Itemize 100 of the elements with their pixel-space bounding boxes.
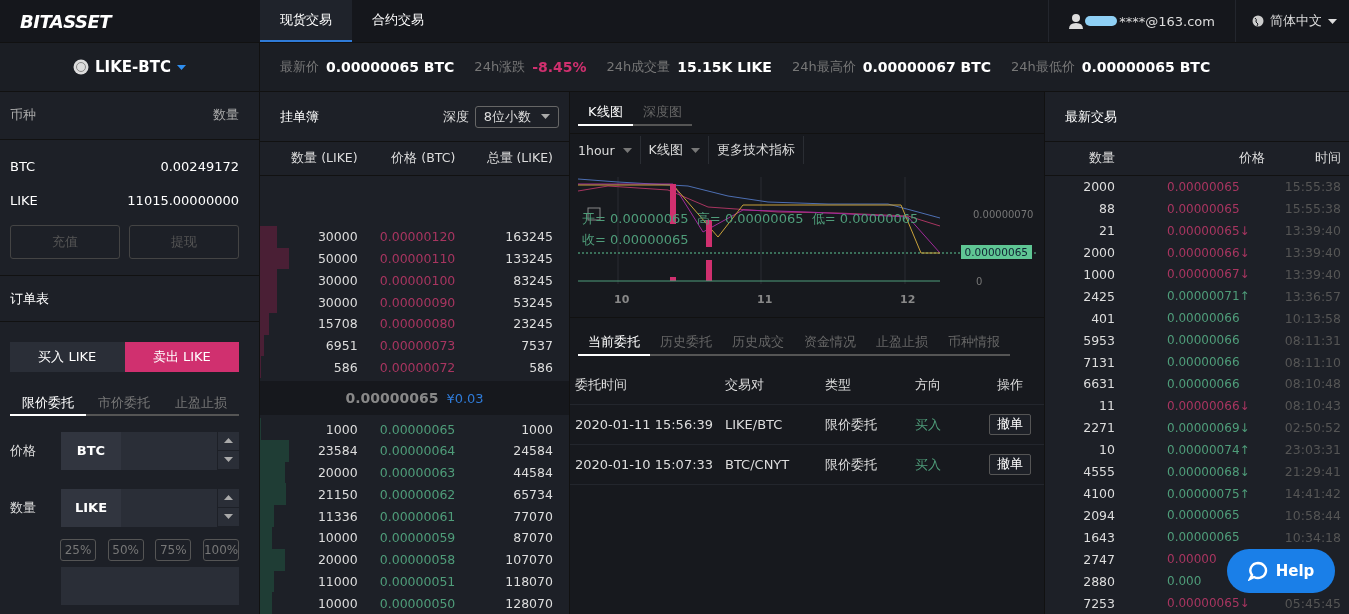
amount-cell: 1000	[325, 421, 358, 437]
time-cell-text: 2020-01-11 15:56:39	[575, 417, 715, 432]
orders-tab[interactable]: 当前委托	[578, 330, 650, 356]
up-icon	[224, 495, 233, 501]
side-toggle[interactable]: 买入 LIKE	[10, 341, 125, 372]
order-type-tab[interactable]: 市价委托	[86, 392, 163, 417]
amount-cell: 11000	[317, 573, 358, 589]
stat-label: 24h最高价	[791, 58, 856, 76]
amount-cell: 30000	[317, 272, 358, 288]
amount-cell-text: 2094	[1082, 507, 1115, 523]
chart-tab[interactable]: K线图	[578, 100, 633, 126]
amount-cell: 30000	[317, 229, 358, 245]
stat-label: 最新价	[280, 58, 319, 76]
nav-tab[interactable]: 合约交易	[352, 0, 444, 42]
time-cell-text: 08:10:48	[1283, 376, 1341, 392]
total-cell: 24584	[513, 443, 553, 459]
time-cell-text: 10:58:44	[1283, 507, 1341, 523]
amount-cell-text: 7253	[1082, 595, 1115, 611]
coin-amount: 0.00249172	[160, 159, 239, 175]
total-cell: 133245	[505, 251, 553, 266]
time-cell-text: 14:41:42	[1283, 486, 1341, 501]
time-cell-text: 23:03:31	[1283, 442, 1341, 458]
logo[interactable]: BITASSET	[0, 0, 260, 42]
caret-icon	[622, 147, 632, 153]
price-cell: 0.00000051	[379, 573, 456, 589]
total-cell: 77070	[513, 508, 553, 524]
cancel-button[interactable]: 撤单	[988, 454, 1031, 475]
amount-cell-text: 6631	[1082, 376, 1115, 392]
chat-icon	[1247, 561, 1268, 581]
pair-cell-text: LIKE/BTC	[725, 417, 784, 432]
amount-cell-text: 21	[1098, 223, 1115, 239]
time-cell-text: 15:55:38	[1283, 179, 1341, 195]
price-cell: 0.00000064	[379, 443, 456, 459]
input-field[interactable]: BTC	[61, 432, 239, 470]
price-cell: 0.00000062	[379, 486, 456, 502]
price-cell: 0.00000059	[379, 530, 456, 546]
amount-cell: 23584	[317, 443, 358, 459]
time-cell-text: 13:39:40	[1283, 223, 1341, 239]
field-label: 数量	[10, 498, 36, 517]
amount-cell-text: 5953	[1082, 332, 1115, 348]
price-cell: 0.00000073	[379, 338, 456, 354]
amount-cell-text: 2000	[1082, 179, 1115, 195]
amount-cell: 6951	[325, 338, 358, 354]
time-cell-text: 10:13:58	[1283, 310, 1341, 326]
total-cell: 118070	[505, 573, 553, 589]
user-email[interactable]: ****@163.com	[1119, 13, 1215, 29]
price-cell: 0.00000072	[379, 359, 456, 375]
input-field[interactable]: LIKE	[61, 488, 239, 527]
caret-icon	[541, 114, 550, 119]
depth-selector[interactable]: 8位小数	[474, 105, 559, 128]
column-header: 价格	[1238, 149, 1265, 167]
time-cell-text: 21:29:41	[1283, 464, 1341, 480]
unit-label: BTC	[61, 432, 121, 470]
amount-cell-text: 11	[1098, 398, 1115, 414]
percent-button[interactable]: 75%	[155, 538, 192, 561]
price-cell-text: 0.00000065	[1166, 179, 1241, 194]
help-button[interactable]: Help	[1227, 549, 1335, 593]
time-cell-text: 02:50:52	[1283, 420, 1341, 436]
side-toggle[interactable]: 卖出 LIKE	[124, 341, 239, 372]
order-type-tab[interactable]: 限价委托	[10, 392, 87, 417]
last-price-cny: ¥0.03	[446, 390, 484, 406]
time-cell-text: 10:34:18	[1283, 529, 1341, 545]
axis-label: 10	[614, 293, 630, 306]
time-cell-text: 08:11:31	[1283, 332, 1341, 348]
total-cell: 23245	[513, 316, 553, 332]
pair-selector[interactable]: LIKE-BTC	[0, 43, 260, 91]
column-header: 数量	[1088, 149, 1115, 167]
axis-label: 12	[900, 293, 916, 306]
column-header: 总量 (LIKE)	[486, 149, 553, 167]
percent-button[interactable]: 25%	[60, 538, 96, 561]
amount-cell: 30000	[317, 294, 358, 310]
price-cell-text: 0.00000069↓	[1166, 420, 1251, 435]
price-cell-text: 0.00000066	[1166, 355, 1241, 370]
panel-title: 挂单簿	[280, 107, 319, 126]
amount-cell-text: 4555	[1082, 464, 1115, 480]
amount-cell: 15708	[317, 316, 358, 332]
total-cell: 1000	[521, 421, 553, 437]
price-cell-text: 0.00000065	[1166, 530, 1241, 545]
coin-name: LIKE	[10, 193, 38, 209]
language-selector[interactable]: 简体中文	[1236, 0, 1349, 42]
price-cell-text: 0.00000065	[1166, 201, 1241, 216]
last-price: 0.00000065	[345, 390, 439, 407]
amount-cell-text: 2880	[1082, 573, 1115, 589]
caret-icon	[224, 457, 233, 463]
time-cell-text: 05:45:45	[1283, 595, 1341, 611]
amount-cell-text: 401	[1090, 310, 1115, 326]
nav-tab[interactable]: 现货交易	[260, 0, 352, 42]
price-cell-text: 0.00000066	[1166, 376, 1241, 391]
cancel-button[interactable]: 撤单	[988, 414, 1031, 435]
total-cell: 44584	[513, 465, 553, 481]
panel-title: 最新交易	[1065, 107, 1117, 126]
time-cell-text: 13:36:57	[1283, 288, 1341, 304]
order-type-tab[interactable]: 止盈止损	[162, 392, 239, 417]
amount-cell-text: 1000	[1082, 266, 1115, 282]
percent-button[interactable]: 50%	[107, 538, 144, 561]
total-cell: 128070	[505, 595, 553, 611]
price-cell: 0.00000065	[379, 421, 456, 437]
percent-button[interactable]: 100%	[202, 538, 239, 561]
amount-cell: 10000	[317, 595, 358, 611]
amount-cell: 20000	[317, 465, 358, 481]
